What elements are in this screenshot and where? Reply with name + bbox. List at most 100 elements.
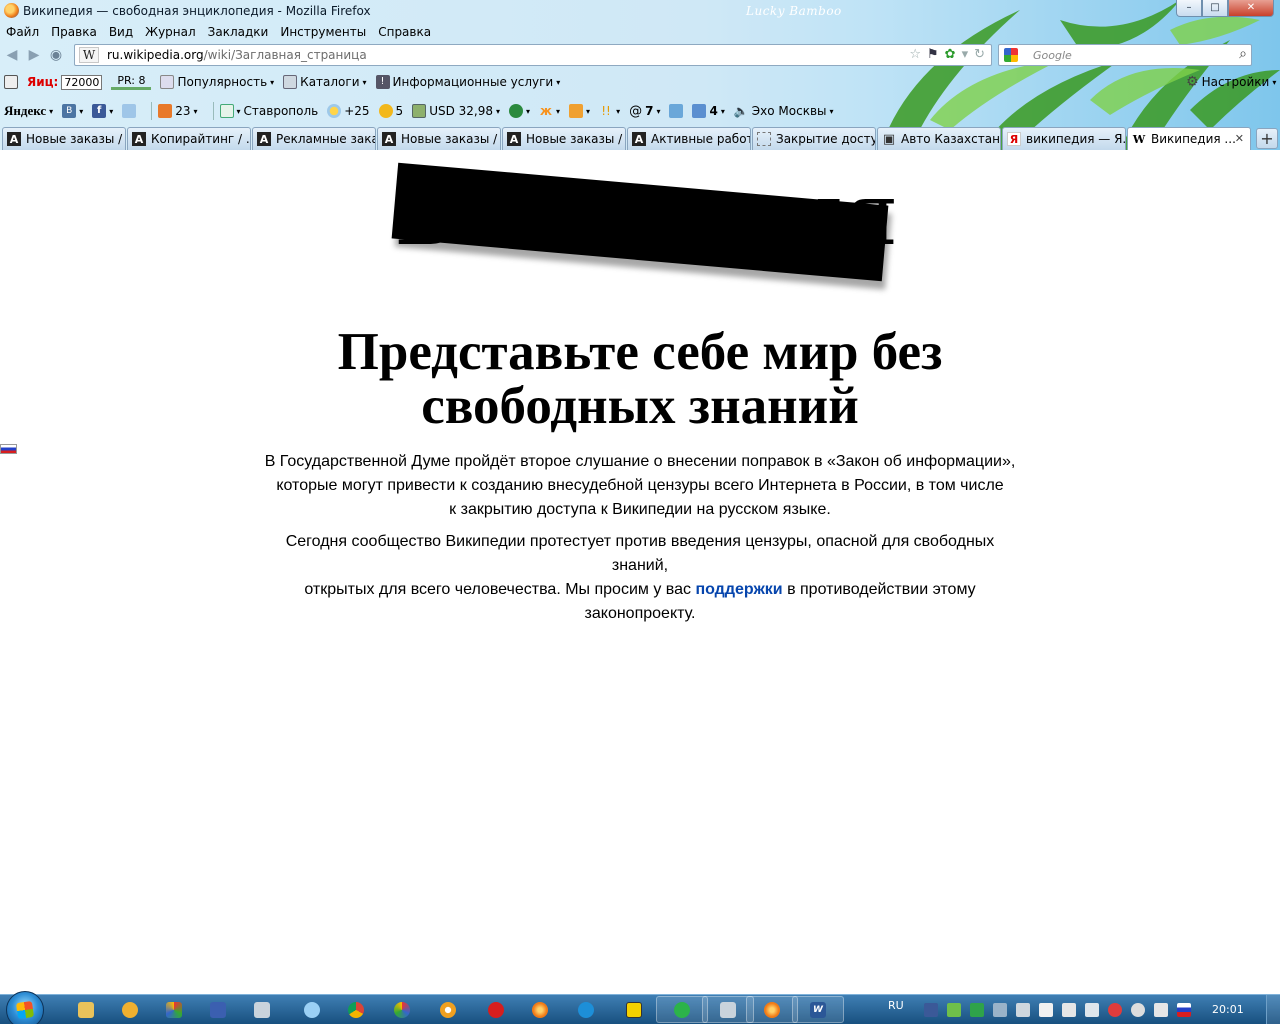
taskbar-clock[interactable]: 20:01 [1212,1003,1244,1016]
pagerank-indicator[interactable]: PR: 8 [111,74,152,90]
feather-button[interactable] [669,104,684,118]
tab-5[interactable]: A Новые заказы / ... [502,127,626,150]
volume-tray-icon[interactable] [1084,1003,1099,1017]
tab-close-icon[interactable]: ✕ [1235,132,1244,145]
footprints-button[interactable]: !! ▾ [599,104,620,118]
tic-indicator[interactable]: Яиц: 72000 [27,74,103,90]
bar-toolbar: Яиц: 72000 PR: 8 Популярность ▾ Каталоги ▾… [0,68,1280,96]
yandex-menu[interactable]: Яндекс ▾ [4,103,53,119]
search-icon[interactable]: ⌕ [1239,46,1247,62]
tab-2[interactable]: A Копирайтинг / ... [127,127,251,150]
russian-flag-icon[interactable] [0,444,17,454]
twitter-button[interactable] [122,104,137,118]
url-bar[interactable]: W ru.wikipedia.org/wiki/Заглавная_страни… [74,44,992,66]
back-arrow-icon[interactable]: ◀ [4,47,20,63]
site-identity-icon[interactable]: W [79,47,99,63]
letters-button[interactable]: 4 ▾ [692,104,725,118]
maximize-button[interactable]: □ [1202,0,1228,17]
city-button[interactable]: ▾ Ставрополь [219,104,318,118]
tab-10-active[interactable]: W Википедия ... ✕ [1127,127,1251,150]
bar-menu-button[interactable] [4,75,18,89]
stumble-icon [509,104,524,118]
radio-button[interactable]: 🔈 Эхо Москвы ▾ [734,104,834,118]
envelope-button[interactable]: ▾ [569,104,590,118]
tab-9[interactable]: Я википедия — Я... [1002,127,1126,150]
clock-app-tray-icon[interactable] [1130,1003,1145,1017]
odnoklassniki-button[interactable]: ж ▾ [539,104,560,118]
footprints-icon: !! [601,104,611,118]
flag-tray-icon[interactable] [1038,1003,1053,1017]
taskbar-app-button[interactable] [236,996,288,1023]
menu-help[interactable]: Справка [372,22,437,42]
menu-tools[interactable]: Инструменты [274,22,372,42]
history-dropdown-icon[interactable]: ◉ [48,47,64,63]
tic-label: Яиц: [27,75,59,89]
network-app-tray-icon[interactable] [946,1003,961,1017]
weather-button[interactable]: +25 [327,104,370,118]
vk-button[interactable]: B ▾ [62,104,83,118]
traffic-button[interactable]: 5 [378,104,403,118]
network-tray-icon[interactable] [1061,1003,1076,1017]
currency-button[interactable]: USD 32,98 ▾ [412,104,500,118]
antivirus-tray-icon[interactable] [1107,1003,1122,1017]
feather-icon [669,104,684,118]
input-language-indicator[interactable]: RU [888,999,904,1012]
info-services-menu[interactable]: ! Информационные услуги ▾ [375,75,560,89]
tab-8[interactable]: ▣ Авто Казахстана... [877,127,1001,150]
new-tab-button[interactable]: + [1256,128,1278,149]
support-link[interactable]: поддержки [695,581,782,598]
mail-counter[interactable]: 23 ▾ [158,104,198,118]
translate-icon[interactable]: ⚑ [927,47,939,62]
taskbar-firefox-button[interactable] [514,996,566,1023]
menu-edit[interactable]: Правка [45,22,103,42]
green-app-icon [674,1001,690,1018]
taskbar-chrome-button[interactable] [330,996,382,1023]
app-tray-icon[interactable] [992,1003,1007,1017]
chat-tray-icon[interactable] [1015,1003,1030,1017]
taskbar-app-button[interactable] [422,996,474,1023]
taskbar-running-firefox-button[interactable] [746,996,798,1023]
tab-7[interactable]: Закрытие досту... [752,127,876,150]
bookmark-star-icon[interactable]: ☆ [909,47,921,62]
firefox-icon [764,1001,780,1018]
menu-history[interactable]: Журнал [139,22,202,42]
menu-file[interactable]: Файл [0,22,45,42]
dropdown-arrow-icon[interactable]: ▾ [962,47,969,62]
reload-icon[interactable]: ↻ [974,47,985,62]
info-icon: ! [375,75,390,89]
addon-clover-icon[interactable]: ✿ [945,47,956,62]
taskbar-app-button[interactable] [376,996,428,1023]
popularity-menu[interactable]: Популярность ▾ [160,75,274,89]
speaker-tray-icon[interactable] [1153,1003,1168,1017]
settings-menu[interactable]: ⚙ Настройки ▾ [1186,74,1276,90]
close-button[interactable]: ✕ [1228,0,1274,17]
url-text[interactable]: ru.wikipedia.org/wiki/Заглавная_страница [107,48,367,62]
russian-flag-tray-icon[interactable] [1176,1003,1191,1017]
google-engine-icon[interactable] [1004,48,1018,62]
menu-view[interactable]: Вид [103,22,139,42]
taskbar-app-button[interactable] [608,996,660,1023]
tab-1[interactable]: A Новые заказы / ... [2,127,126,150]
tab-favicon-icon: ▣ [882,131,896,147]
tab-4[interactable]: A Новые заказы / ... [377,127,501,150]
facebook-tray-icon[interactable] [923,1003,938,1017]
search-bar[interactable]: Google ⌕ [998,44,1252,66]
start-button[interactable] [6,991,44,1024]
firefox-logo-icon [4,3,19,18]
tab-6[interactable]: A Активные работ... [627,127,751,150]
facebook-button[interactable]: f ▾ [92,104,113,118]
tab-3[interactable]: A Рекламные зака... [252,127,376,150]
minimize-button[interactable]: – [1176,0,1202,17]
menu-bookmarks[interactable]: Закладки [202,22,275,42]
catalogs-menu[interactable]: Каталоги ▾ [283,75,367,89]
taskbar-app-button[interactable] [560,996,612,1023]
tab-label: Закрытие досту... [776,132,875,146]
stumble-button[interactable]: ▾ [509,104,530,118]
taskbar-running-word-button[interactable]: W [792,996,844,1023]
taskbar-running-app-button[interactable] [656,996,708,1023]
show-desktop-button[interactable] [1266,995,1280,1024]
forward-arrow-icon[interactable]: ▶ [26,47,42,63]
green-tray-icon[interactable] [969,1003,984,1017]
at-mail-button[interactable]: @7 ▾ [629,104,660,119]
tab-label: Википедия ... [1151,132,1236,146]
